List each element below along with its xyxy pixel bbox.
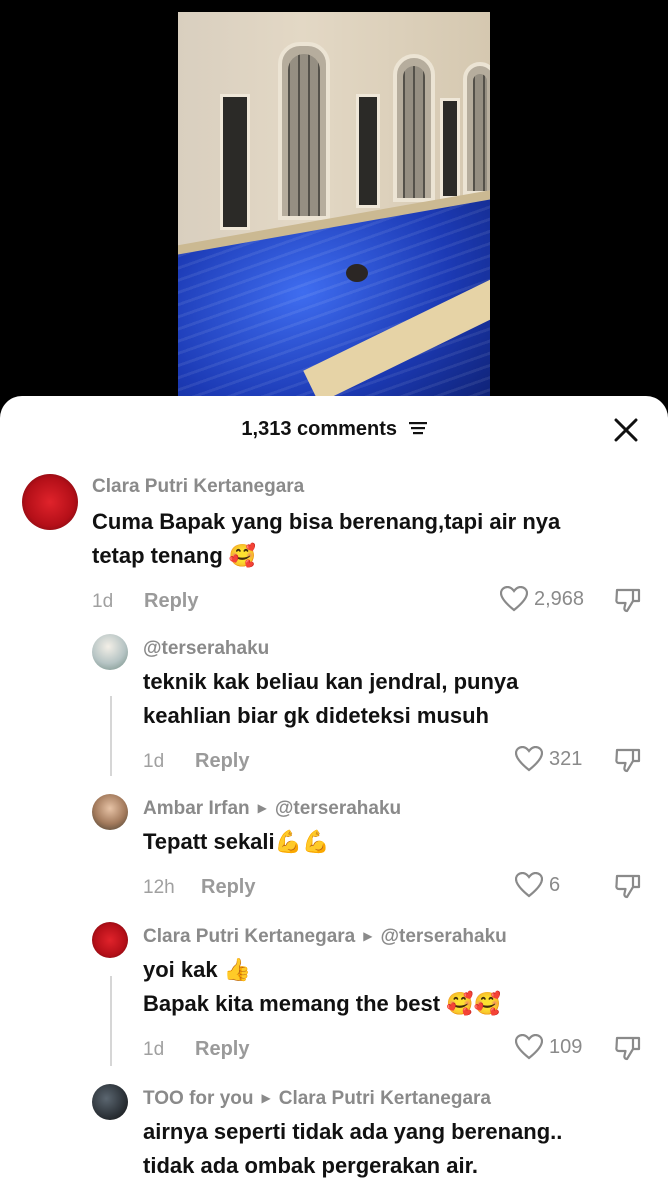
comment-text-line: Cuma Bapak yang bisa berenang,tapi air n… bbox=[92, 509, 561, 534]
comment-count-title[interactable]: 1,313 comments bbox=[0, 418, 668, 441]
comment-item: Clara Putri Kertanegara Cuma Bapak yang … bbox=[0, 468, 668, 618]
flexed-biceps-emoji: 💪💪 bbox=[274, 830, 330, 855]
comment-text-line: Bapak kita memang the best 🥰🥰 bbox=[143, 987, 501, 1022]
reply-to-user[interactable]: Clara Putri Kertanegara bbox=[279, 1088, 491, 1109]
reply-author: Clara Putri Kertanegara bbox=[143, 926, 356, 947]
avatar[interactable] bbox=[92, 1084, 128, 1120]
comment-item: @terserahaku teknik kak beliau kan jendr… bbox=[0, 634, 668, 784]
thumbs-up-emoji: 👍 bbox=[223, 958, 252, 983]
comment-text: Tepatt sekali bbox=[143, 829, 275, 854]
avatar[interactable] bbox=[22, 474, 78, 530]
like-count: 6 bbox=[549, 873, 561, 896]
comment-text-line: teknik kak beliau kan jendral, punya bbox=[143, 669, 519, 694]
comment-text: tetap tenang bbox=[92, 543, 223, 568]
comment-username[interactable]: TOO for you ▶ Clara Putri Kertanegara bbox=[143, 1088, 491, 1110]
like-button[interactable]: 321 bbox=[515, 746, 582, 772]
like-button[interactable]: 2,968 bbox=[500, 586, 584, 612]
reply-arrow-icon: ▶ bbox=[261, 1091, 271, 1105]
comment-text-line: tetap tenang 🥰 bbox=[92, 539, 256, 574]
arch-window bbox=[393, 54, 435, 202]
comment-time: 1d bbox=[92, 591, 114, 612]
heart-icon bbox=[515, 872, 543, 898]
comment-time: 1d bbox=[143, 1039, 165, 1060]
like-count: 2,968 bbox=[534, 587, 585, 610]
smiling-hearts-emoji: 🥰🥰 bbox=[446, 992, 502, 1017]
comment-text-line: keahlian biar gk dideteksi musuh bbox=[143, 703, 489, 728]
reply-author: Ambar Irfan bbox=[143, 798, 250, 819]
reply-to-user[interactable]: @terserahaku bbox=[380, 926, 506, 947]
comment-username[interactable]: Ambar Irfan ▶ @terserahaku bbox=[143, 798, 401, 820]
like-count: 321 bbox=[549, 747, 583, 770]
comments-sheet: 1,313 comments Clara Putri Kertanegara C… bbox=[0, 396, 668, 1200]
video-player[interactable] bbox=[178, 12, 490, 396]
comment-item: Ambar Irfan ▶ @terserahaku Tepatt sekali💪💪… bbox=[0, 794, 668, 912]
reply-arrow-icon: ▶ bbox=[257, 801, 267, 815]
doorway bbox=[356, 94, 380, 208]
reply-button[interactable]: Reply bbox=[195, 1038, 249, 1061]
swimmer bbox=[346, 264, 368, 282]
reply-author: TOO for you bbox=[143, 1088, 254, 1109]
like-button[interactable]: 6 bbox=[515, 872, 560, 898]
comment-username[interactable]: Clara Putri Kertanegara bbox=[92, 476, 304, 498]
heart-icon bbox=[515, 1034, 543, 1060]
reply-to-user[interactable]: @terserahaku bbox=[275, 798, 401, 819]
smiling-hearts-emoji: 🥰 bbox=[228, 544, 257, 569]
close-icon[interactable] bbox=[612, 416, 640, 444]
like-count: 109 bbox=[549, 1035, 583, 1058]
avatar[interactable] bbox=[92, 634, 128, 670]
sort-icon[interactable] bbox=[408, 420, 427, 436]
comment-time: 1d bbox=[143, 751, 165, 772]
heart-icon bbox=[500, 586, 528, 612]
dislike-icon[interactable] bbox=[614, 872, 642, 900]
comment-time: 12h bbox=[143, 877, 175, 898]
dislike-icon[interactable] bbox=[614, 586, 642, 614]
arch-window bbox=[278, 42, 330, 220]
reply-button[interactable]: Reply bbox=[201, 876, 255, 899]
comment-username[interactable]: Clara Putri Kertanegara ▶ @terserahaku bbox=[143, 926, 507, 948]
comment-text: yoi kak bbox=[143, 957, 218, 982]
comment-username[interactable]: @terserahaku bbox=[143, 638, 269, 660]
arch-window bbox=[463, 62, 490, 195]
like-button[interactable]: 109 bbox=[515, 1034, 582, 1060]
dislike-icon[interactable] bbox=[614, 746, 642, 774]
avatar[interactable] bbox=[92, 794, 128, 830]
dislike-icon[interactable] bbox=[614, 1034, 642, 1062]
comment-item: TOO for you ▶ Clara Putri Kertanegara airn… bbox=[0, 1084, 668, 1200]
comment-text-line: tidak ada ombak pergerakan air. bbox=[143, 1153, 479, 1178]
comments-header: 1,313 comments bbox=[0, 396, 668, 464]
comment-count-label: 1,313 comments bbox=[241, 418, 398, 440]
comment-text-line: airnya seperti tidak ada yang berenang.. bbox=[143, 1119, 563, 1144]
comment-text: Bapak kita memang the best bbox=[143, 991, 441, 1016]
reply-arrow-icon: ▶ bbox=[363, 929, 373, 943]
comment-text-line: yoi kak 👍 bbox=[143, 953, 251, 988]
reply-button[interactable]: Reply bbox=[144, 590, 198, 613]
avatar[interactable] bbox=[92, 922, 128, 958]
heart-icon bbox=[515, 746, 543, 772]
reply-button[interactable]: Reply bbox=[195, 750, 249, 773]
comment-item: Clara Putri Kertanegara ▶ @terserahaku yoi… bbox=[0, 922, 668, 1074]
doorway bbox=[440, 98, 460, 199]
doorway bbox=[220, 94, 250, 230]
comment-text-line: Tepatt sekali💪💪 bbox=[143, 825, 329, 860]
